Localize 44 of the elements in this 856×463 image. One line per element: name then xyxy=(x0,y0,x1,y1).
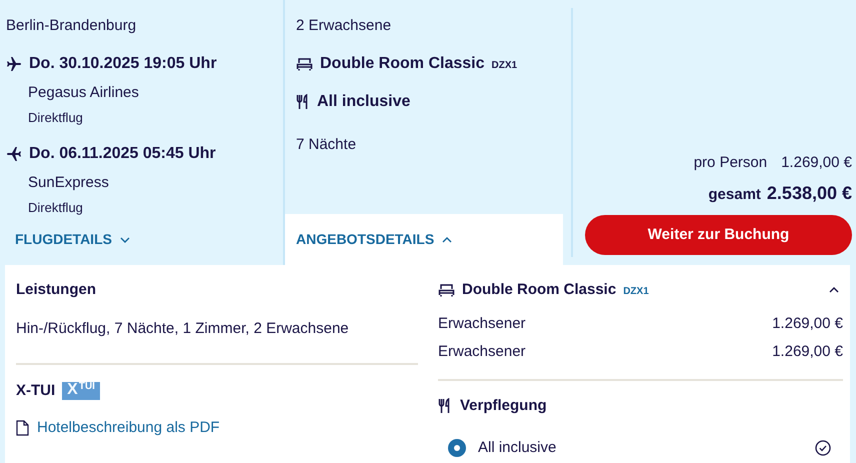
airline-text: SunExpress xyxy=(28,172,110,192)
chevron-up-icon xyxy=(442,236,452,242)
radio-button[interactable] xyxy=(448,439,466,458)
travellers-text: 2 Erwachsene xyxy=(296,16,392,36)
room-code: DZX1 xyxy=(623,285,649,300)
price-per-person-label: pro Person xyxy=(694,152,768,172)
brand-name: X-TUI xyxy=(16,381,56,401)
price-line-amount: 1.269,00 € xyxy=(772,342,843,362)
check-circle-icon xyxy=(815,440,831,456)
room-name: Double Room Classic xyxy=(320,54,484,74)
nights-text: 7 Nächte xyxy=(296,134,358,154)
services-title: Leistungen xyxy=(16,280,98,300)
board-title: Verpflegung xyxy=(460,396,547,416)
cutlery-icon xyxy=(438,398,452,414)
price-line-label: Erwachsener xyxy=(438,342,526,362)
board-text: All inclusive xyxy=(317,92,410,112)
services-text: Hin-/Rückflug, 7 Nächte, 1 Zimmer, 2 Erwachsene xyxy=(16,318,350,338)
total-price: 2.538,00 € xyxy=(766,182,852,205)
room-name: Double Room Classic xyxy=(462,280,616,300)
collapse-button[interactable] xyxy=(829,287,839,294)
plane-icon xyxy=(6,56,22,72)
cutlery-icon xyxy=(296,94,310,110)
price-line-label: Erwachsener xyxy=(438,314,526,334)
bed-icon xyxy=(438,283,455,298)
flight-datetime: Do. 06.11.2025 05:45 Uhr xyxy=(29,144,216,164)
airline-text: Pegasus Airlines xyxy=(28,82,140,102)
room-code: DZX1 xyxy=(491,58,518,72)
bed-icon xyxy=(296,56,313,70)
airport-text: Berlin-Brandenburg xyxy=(6,16,138,36)
details-tab[interactable]: FLUGDETAILS xyxy=(0,214,285,265)
book-button[interactable]: Weiter zur Buchung xyxy=(585,215,852,255)
document-icon xyxy=(16,420,29,436)
chevron-up-icon xyxy=(829,287,839,294)
total-label: gesamt xyxy=(708,185,761,205)
flight-type-text: Direktflug xyxy=(28,109,84,127)
details-tab[interactable]: ANGEBOTSDETAILS xyxy=(285,214,563,265)
landing-plane-icon xyxy=(6,146,22,162)
price-line-amount: 1.269,00 € xyxy=(772,314,843,334)
price-per-person: 1.269,00 € xyxy=(781,152,852,172)
board-option-label: All inclusive xyxy=(478,438,556,458)
flight-type-text: Direktflug xyxy=(28,199,84,217)
flight-datetime: Do. 30.10.2025 19:05 Uhr xyxy=(29,54,217,74)
pdf-link[interactable]: Hotelbeschreibung als PDF xyxy=(16,416,418,439)
chevron-down-icon xyxy=(120,236,130,242)
